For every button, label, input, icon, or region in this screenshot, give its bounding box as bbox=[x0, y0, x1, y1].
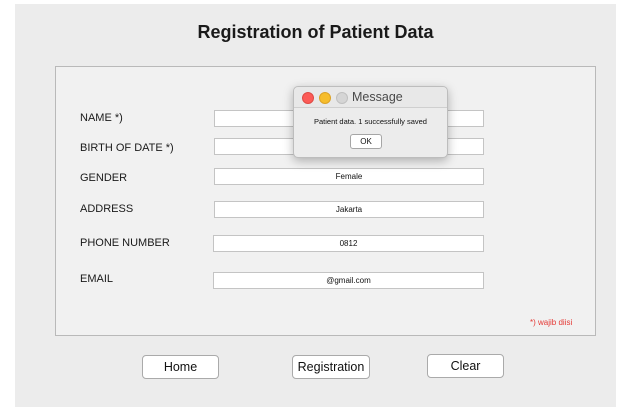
dialog-message: Patient data. 1 successfully saved bbox=[314, 117, 427, 126]
clear-button[interactable]: Clear bbox=[427, 354, 504, 378]
gender-field[interactable]: Female bbox=[214, 168, 484, 185]
phone-number-label: PHONE NUMBER bbox=[80, 237, 170, 249]
dialog-titlebar[interactable]: Message bbox=[294, 87, 447, 108]
message-dialog: Message Patient data. 1 successfully sav… bbox=[293, 86, 448, 158]
home-button[interactable]: Home bbox=[142, 355, 219, 379]
minimize-window-icon[interactable] bbox=[319, 92, 331, 104]
birth-date-label: BIRTH OF DATE *) bbox=[80, 142, 174, 154]
name-label: NAME *) bbox=[80, 112, 123, 124]
address-label: ADDRESS bbox=[80, 203, 134, 215]
page-title: Registration of Patient Data bbox=[197, 22, 434, 42]
registration-button[interactable]: Registration bbox=[292, 355, 370, 379]
phone-number-field[interactable]: 0812 bbox=[213, 235, 484, 252]
close-window-icon[interactable] bbox=[302, 92, 314, 104]
gender-label: GENDER bbox=[80, 172, 128, 184]
email-field[interactable]: @gmail.com bbox=[213, 272, 484, 289]
address-field[interactable]: Jakarta bbox=[214, 201, 484, 218]
required-note: *) wajib diisi bbox=[530, 318, 573, 327]
ok-button[interactable]: OK bbox=[350, 134, 382, 149]
dialog-title: Message bbox=[352, 90, 403, 104]
email-label: EMAIL bbox=[80, 273, 114, 285]
maximize-window-icon bbox=[336, 92, 348, 104]
